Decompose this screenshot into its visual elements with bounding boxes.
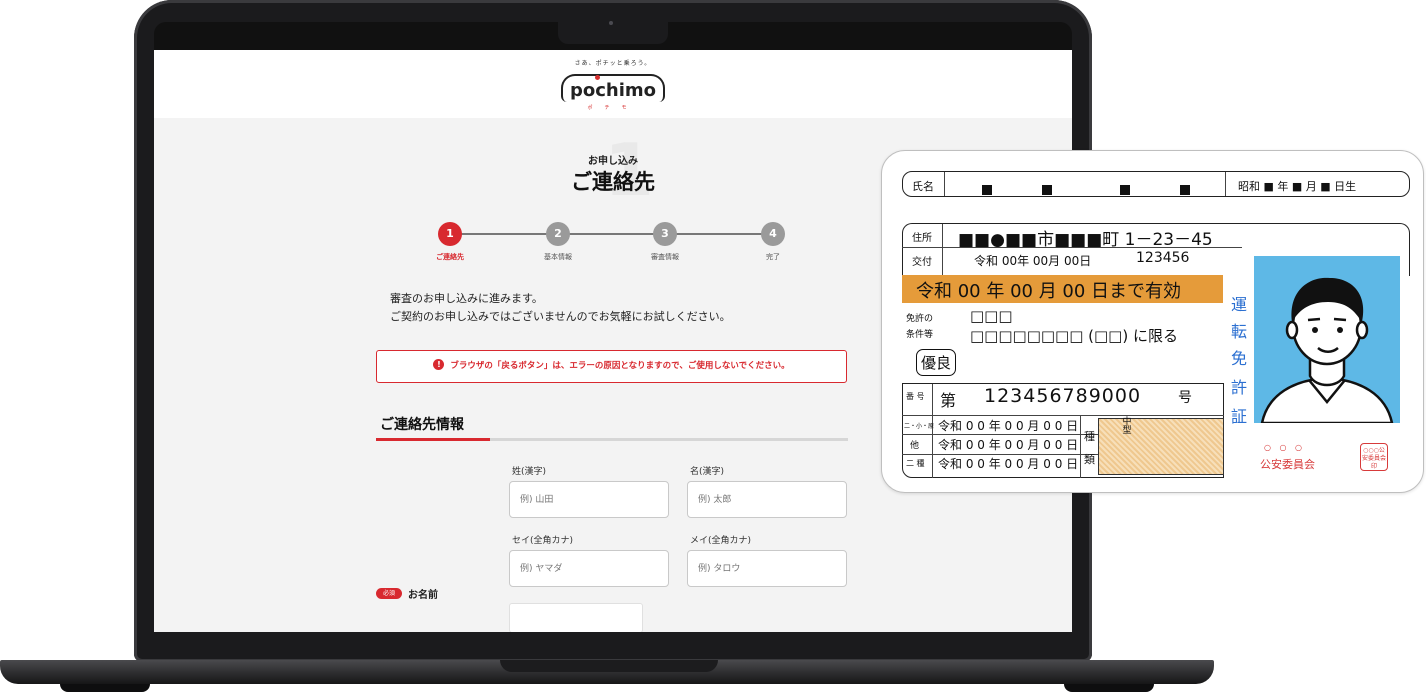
title-char-4: 許 xyxy=(1230,378,1247,397)
number-prefix: 第 xyxy=(940,391,957,410)
date-label-1: 二・小・原 xyxy=(904,423,935,430)
site-logo[interactable]: pochimo xyxy=(154,80,1072,101)
excellent-driver-badge: 優良 xyxy=(916,349,957,376)
commission-circles: ○ ○ ○ xyxy=(1264,443,1306,452)
step-label: ご連絡先 xyxy=(436,253,464,261)
title-char-5: 証 xyxy=(1230,407,1247,426)
intro-line-1: 審査のお申し込みに進みます。 xyxy=(390,292,543,305)
site-header: さあ、ポチッと乗ろう。 pochimo ポチモ xyxy=(154,50,1072,118)
laptop-opening-notch xyxy=(500,660,718,672)
person-portrait-icon xyxy=(1260,277,1394,423)
stepper-line xyxy=(451,233,771,235)
license-number: 123456789000 xyxy=(984,385,1142,407)
alert-icon: ! xyxy=(433,359,445,370)
license-type-grid xyxy=(1098,418,1224,475)
required-badge: 必須 xyxy=(376,588,402,599)
camera-notch xyxy=(558,18,668,44)
license-photo xyxy=(1254,256,1400,423)
mei-label: 名(漢字) xyxy=(690,467,725,477)
back-button-warning: ! ブラウザの「戻るボタン」は、エラーの原因となりますので、ご使用しないでください… xyxy=(376,350,847,383)
valid-until: 令和 00 年 00 月 00 日まで有効 xyxy=(916,281,1182,302)
mei-kana-label: メイ(全角カナ) xyxy=(690,536,752,546)
divider xyxy=(944,172,945,196)
date-label-3: 二 種 xyxy=(906,459,925,468)
address-label: 住所 xyxy=(912,233,932,244)
section-title: ご連絡先情報 xyxy=(380,417,464,433)
site-logo-subtext: ポチモ xyxy=(587,105,639,111)
issue-number: 123456 xyxy=(1136,250,1190,266)
type-label-bottom: 類 xyxy=(1084,453,1095,466)
commission-seal: ○○○公安委員会印 xyxy=(1360,443,1388,471)
divider xyxy=(932,384,933,478)
camera-icon xyxy=(609,21,613,25)
divider xyxy=(902,247,1242,248)
date-1: 令和 0 0 年 0 0 月 0 0 日 xyxy=(938,419,1079,433)
type-label-top: 種 xyxy=(1084,430,1095,443)
step-label: 審査情報 xyxy=(651,253,679,261)
step-number: 3 xyxy=(653,222,677,246)
conditions-line-2: □□□□□□□□ (□□) に限る xyxy=(970,327,1178,345)
intro-line-2: ご契約のお申し込みではございませんのでお気軽にお試しください。 xyxy=(390,310,731,323)
divider xyxy=(902,415,1224,416)
divider xyxy=(1225,172,1226,196)
section-divider-accent xyxy=(376,438,490,441)
sei-input[interactable] xyxy=(509,481,669,518)
divider xyxy=(902,434,1098,435)
title-char-3: 免 xyxy=(1230,349,1247,368)
step-3: 3 審査情報 xyxy=(625,222,705,262)
laptop-foot-left xyxy=(60,684,150,692)
title-char-1: 運 xyxy=(1230,295,1247,314)
step-1: 1 ご連絡先 xyxy=(410,222,490,262)
driver-license-card: 氏名 昭和 ■ 年 ■ 月 ■ 日生 住所 ■■●■■市■■■町 1－23－45… xyxy=(881,150,1424,493)
sei-kana-input[interactable] xyxy=(509,550,669,587)
number-label: 番 号 xyxy=(906,392,925,401)
site-tagline: さあ、ポチッと乗ろう。 xyxy=(574,60,652,67)
conditions-label-1: 免許の xyxy=(906,314,934,324)
sei-kana-label: セイ(全角カナ) xyxy=(512,536,574,546)
divider xyxy=(942,224,943,276)
intro-text: 審査のお申し込みに進みます。 ご契約のお申し込みではございませんのでお気軽にお試… xyxy=(390,290,731,326)
step-number: 1 xyxy=(438,222,462,246)
name-redacted xyxy=(982,179,1190,198)
name-label: 氏名 xyxy=(912,180,934,193)
laptop-foot-right xyxy=(1064,684,1154,692)
step-number: 2 xyxy=(546,222,570,246)
alert-text: ブラウザの「戻るボタン」は、エラーの原因となりますので、ご使用しないでください。 xyxy=(450,361,790,371)
issue-date: 令和 00年 00月 00日 xyxy=(974,254,1092,268)
conditions-label-2: 条件等 xyxy=(906,330,934,340)
step-2: 2 基本情報 xyxy=(518,222,598,262)
birth-date: 昭和 ■ 年 ■ 月 ■ 日生 xyxy=(1238,180,1357,193)
date-2: 令和 0 0 年 0 0 月 0 0 日 xyxy=(938,438,1079,452)
step-label: 基本情報 xyxy=(544,253,572,261)
divider xyxy=(1080,416,1081,478)
mei-input[interactable] xyxy=(687,481,847,518)
step-label: 完了 xyxy=(766,253,780,261)
date-3: 令和 0 0 年 0 0 月 0 0 日 xyxy=(938,457,1079,471)
commission-label: 公安委員会 xyxy=(1260,458,1315,471)
title-char-2: 転 xyxy=(1230,322,1247,341)
step-number: 4 xyxy=(761,222,785,246)
sei-label: 姓(漢字) xyxy=(512,467,547,477)
name-label: お名前 xyxy=(408,590,438,601)
conditions-line-1: □□□ xyxy=(970,307,1013,325)
step-4: 4 完了 xyxy=(733,222,813,262)
number-suffix: 号 xyxy=(1178,390,1192,406)
date-label-2: 他 xyxy=(910,441,920,451)
partial-field[interactable] xyxy=(509,603,643,632)
mei-kana-input[interactable] xyxy=(687,550,847,587)
issue-label: 交付 xyxy=(912,257,932,268)
type-chugata: 中型 xyxy=(1122,417,1132,436)
